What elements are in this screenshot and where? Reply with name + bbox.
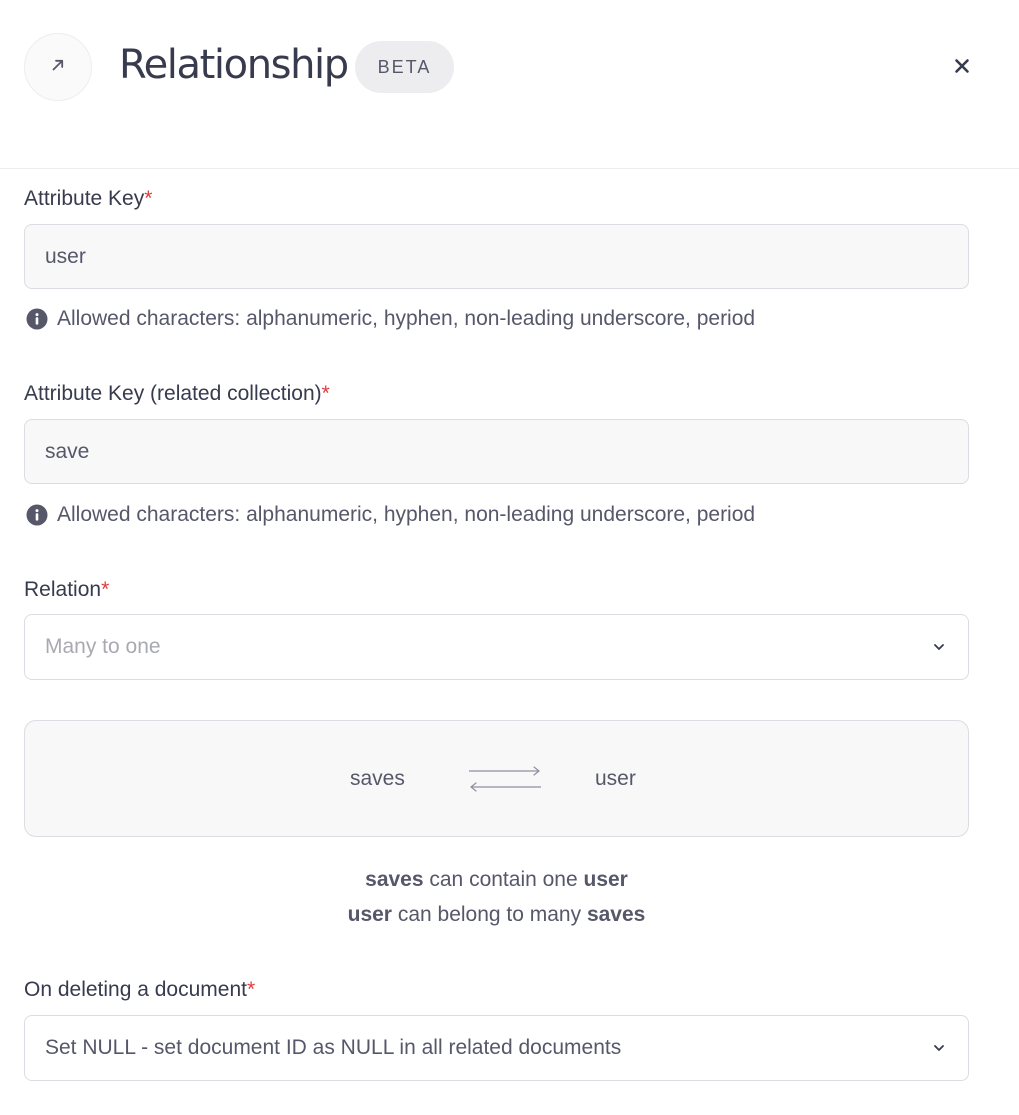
required-mark: *	[144, 187, 153, 210]
relation-label: Relation*	[24, 576, 109, 604]
diagram-left-collection: saves	[350, 767, 405, 790]
close-icon	[954, 58, 970, 79]
header-icon-circle	[24, 33, 92, 101]
required-mark: *	[101, 578, 110, 601]
close-button[interactable]	[944, 50, 980, 86]
chevron-down-icon	[932, 640, 946, 654]
description-object: saves	[586, 903, 646, 926]
description-object: user	[583, 868, 628, 891]
chevron-down-icon	[932, 1041, 946, 1055]
related-key-hint-text: Allowed characters: alphanumeric, hyphen…	[57, 503, 756, 526]
arrow-up-right-icon	[50, 57, 66, 78]
description-line-2: user can belong to many saves	[24, 897, 969, 932]
relationship-diagram: saves user	[24, 720, 969, 837]
related-key-label-text: Attribute Key (related collection)	[24, 382, 322, 405]
related-key-hint: Allowed characters: alphanumeric, hyphen…	[26, 501, 755, 529]
attribute-key-hint-text: Allowed characters: alphanumeric, hyphen…	[57, 307, 756, 330]
related-key-label: Attribute Key (related collection)*	[24, 380, 330, 408]
description-subject: saves	[365, 868, 424, 891]
info-icon	[26, 504, 48, 526]
description-line-1: saves can contain one user	[24, 862, 969, 897]
required-mark: *	[321, 382, 330, 405]
beta-badge: BETA	[355, 41, 454, 93]
relation-select[interactable]: Many to one	[24, 614, 969, 680]
on-delete-label: On deleting a document*	[24, 976, 255, 1004]
relation-select-value: Many to one	[45, 635, 161, 658]
attribute-key-label: Attribute Key*	[24, 185, 152, 213]
relation-description: saves can contain one user user can belo…	[24, 862, 969, 932]
diagram-right-collection: user	[595, 767, 636, 790]
modal-title: Relationship	[119, 42, 349, 88]
bidirectional-arrows-icon	[467, 765, 543, 793]
description-text: can belong to many	[391, 903, 587, 926]
relation-label-text: Relation	[24, 578, 102, 601]
description-subject: user	[347, 903, 392, 926]
attribute-key-hint: Allowed characters: alphanumeric, hyphen…	[26, 305, 755, 333]
required-mark: *	[246, 978, 256, 1001]
description-text: can contain one	[423, 868, 584, 891]
attribute-key-input[interactable]	[24, 224, 969, 289]
on-delete-select[interactable]: Set NULL - set document ID as NULL in al…	[24, 1015, 969, 1081]
modal-header: Relationship BETA	[0, 0, 1019, 169]
related-key-input[interactable]	[24, 419, 969, 484]
attribute-key-label-text: Attribute Key	[24, 187, 145, 210]
on-delete-select-value: Set NULL - set document ID as NULL in al…	[45, 1036, 622, 1059]
on-delete-label-text: On deleting a document	[24, 978, 247, 1001]
info-icon	[26, 308, 48, 330]
